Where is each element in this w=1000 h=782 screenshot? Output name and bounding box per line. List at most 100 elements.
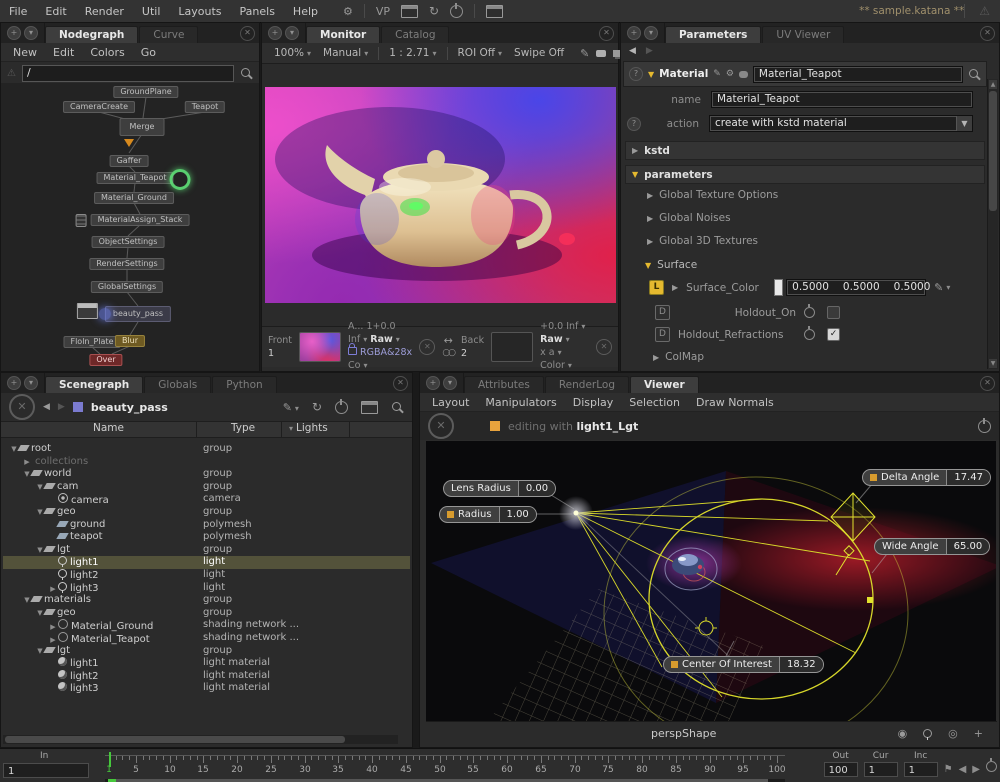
nodegraph-menu-edit[interactable]: Edit <box>45 46 82 59</box>
node-objectsettings[interactable]: ObjectSettings <box>92 236 165 248</box>
tab-scenegraph[interactable]: Scenegraph <box>45 376 143 393</box>
tab-curve[interactable]: Curve <box>139 26 198 43</box>
node-name-field[interactable]: Material_Teapot <box>753 66 963 83</box>
scroll-down-icon[interactable]: ▼ <box>989 359 997 368</box>
monitor-control-roi-off[interactable]: ROI Off▾ <box>452 47 509 59</box>
node-material-teapot[interactable]: Material_Teapot <box>97 172 174 184</box>
scenegraph-row-camera[interactable]: cameracamera <box>3 493 410 506</box>
chain-link-icon[interactable]: ○○ <box>442 347 454 359</box>
node-globalsettings[interactable]: GlobalSettings <box>91 281 163 293</box>
render-slate-icon[interactable] <box>401 5 418 18</box>
default-badge[interactable]: D <box>655 327 670 342</box>
scenegraph-row-geo[interactable]: ▼geogroup <box>3 607 410 620</box>
close-icon[interactable]: ✕ <box>599 26 614 41</box>
power-icon[interactable] <box>978 420 991 433</box>
collapsed-arrow-icon[interactable]: ▶ <box>672 283 678 292</box>
nodegraph-menu-go[interactable]: Go <box>133 46 164 59</box>
viewer-menu-selection[interactable]: Selection <box>621 396 688 409</box>
timer-icon[interactable] <box>804 329 815 340</box>
warning-icon[interactable]: ⚠ <box>979 4 990 18</box>
power-icon[interactable] <box>450 5 463 18</box>
pane-menu-icon[interactable]: ▾ <box>24 376 38 390</box>
column-type[interactable]: Type <box>231 422 255 434</box>
annotate-pen-icon[interactable]: ✎ <box>580 47 589 60</box>
scroll-up-icon[interactable]: ▲ <box>989 80 997 89</box>
plus-icon[interactable]: + <box>974 727 983 740</box>
node-teapot[interactable]: Teapot <box>185 101 225 113</box>
menu-util[interactable]: Util <box>133 5 169 18</box>
column-name[interactable]: Name <box>93 422 124 434</box>
group-colmap[interactable]: ▶ColMap <box>623 351 987 363</box>
monitor-control-swipe-off[interactable]: Swipe Off <box>508 47 570 59</box>
buffer-link-icons[interactable]: ↔○○ <box>442 335 454 359</box>
horizontal-scrollbar[interactable] <box>3 735 398 744</box>
tab-catalog[interactable]: Catalog <box>381 26 449 43</box>
pane-menu-icon[interactable]: ▾ <box>644 26 658 40</box>
local-badge[interactable]: L <box>649 280 664 295</box>
render-view-image[interactable] <box>265 87 616 303</box>
node-gaffer[interactable]: Gaffer <box>110 155 149 167</box>
step-forward-icon[interactable]: ▶ <box>972 764 980 777</box>
scenegraph-row-ground[interactable]: groundpolymesh <box>3 519 410 532</box>
nodegraph-menu-colors[interactable]: Colors <box>82 46 132 59</box>
eye-icon[interactable]: ◉ <box>898 727 908 740</box>
manipulator-pill-center-of-interest[interactable]: Center Of Interest18.32 <box>663 656 824 673</box>
tab-python[interactable]: Python <box>212 376 276 393</box>
out-frame-field[interactable]: 100 <box>824 762 858 777</box>
forward-arrow-icon[interactable]: ▶ <box>646 46 653 56</box>
eyedropper-icon[interactable]: ✎ <box>934 281 943 294</box>
node-over[interactable]: Over <box>89 354 122 366</box>
color-swatch[interactable] <box>774 279 783 296</box>
power-icon[interactable] <box>335 401 348 414</box>
viewport-toggle[interactable]: VP <box>376 5 390 18</box>
current-frame-field[interactable]: 1 <box>864 762 898 777</box>
close-icon[interactable]: ✕ <box>980 376 995 391</box>
increment-field[interactable]: 1 <box>904 762 938 777</box>
nodegraph-menu-new[interactable]: New <box>5 46 45 59</box>
comment-bubble-icon[interactable] <box>596 50 606 57</box>
render-slate-icon[interactable] <box>361 401 378 414</box>
manipulator-pill-wide-angle[interactable]: Wide Angle65.00 <box>874 538 990 555</box>
edit-flag-icon[interactable]: ✎ <box>713 69 721 79</box>
help-icon[interactable]: ? <box>627 117 641 131</box>
tab-nodegraph[interactable]: Nodegraph <box>45 26 138 43</box>
column-lights[interactable]: ▾Lights <box>289 422 328 434</box>
back-buffer-thumbnail[interactable] <box>491 332 533 362</box>
material-node-header[interactable]: ? ▼ Material ✎ ⚙ Material_Teapot <box>623 61 987 87</box>
timer-icon[interactable] <box>986 761 997 777</box>
default-badge[interactable]: D <box>655 305 670 320</box>
group-global-texture-options[interactable]: ▶Global Texture Options <box>623 189 987 201</box>
pill-value[interactable]: 65.00 <box>946 539 990 554</box>
pill-value[interactable]: 18.32 <box>779 657 823 672</box>
name-input[interactable]: Material_Teapot <box>711 91 973 108</box>
frame-ruler[interactable]: 5101520253035404550556065707580859095100… <box>105 755 785 780</box>
checkbox-holdout-on[interactable] <box>827 306 840 319</box>
pane-menu-icon[interactable]: ▾ <box>24 26 38 40</box>
tab-renderlog[interactable]: RenderLog <box>545 376 629 393</box>
color-values-field[interactable]: 0.50000.50000.5000 <box>786 279 926 296</box>
viewer-menu-layout[interactable]: Layout <box>424 396 477 409</box>
close-icon[interactable]: ✕ <box>980 26 995 41</box>
camera-name-label[interactable]: perspShape <box>651 727 716 740</box>
pill-value[interactable]: 1.00 <box>499 507 536 522</box>
scrollbar-thumb[interactable] <box>5 736 345 743</box>
tab-monitor[interactable]: Monitor <box>306 26 380 43</box>
clear-front-icon[interactable]: ✕ <box>419 339 435 355</box>
node-groundplane[interactable]: GroundPlane <box>113 86 178 98</box>
render-queue-icon[interactable] <box>486 5 503 18</box>
help-icon[interactable]: ? <box>629 67 643 81</box>
timer-icon[interactable] <box>804 307 815 318</box>
wrench-icon[interactable]: ⚙ <box>726 69 734 79</box>
scenegraph-row-material-ground[interactable]: ▶Material_Groundshading network ... <box>3 619 410 632</box>
monitor-control-manual[interactable]: Manual▾ <box>317 47 374 59</box>
refresh-icon[interactable]: ↻ <box>429 6 439 17</box>
scenegraph-row-light1[interactable]: light1light <box>3 556 410 569</box>
chevron-down-icon[interactable]: ▼ <box>956 116 972 131</box>
monitor-control-100-[interactable]: 100%▾ <box>268 47 317 59</box>
action-dropdown[interactable]: create with kstd material▼ <box>709 115 973 132</box>
search-icon[interactable] <box>968 68 981 81</box>
scrollbar-thumb[interactable] <box>989 91 997 211</box>
vertical-scrollbar[interactable]: ▲ ▼ <box>987 79 998 369</box>
scenegraph-row-world[interactable]: ▼worldgroup <box>3 468 410 481</box>
scenegraph-row-light1[interactable]: light1light material <box>3 657 410 670</box>
